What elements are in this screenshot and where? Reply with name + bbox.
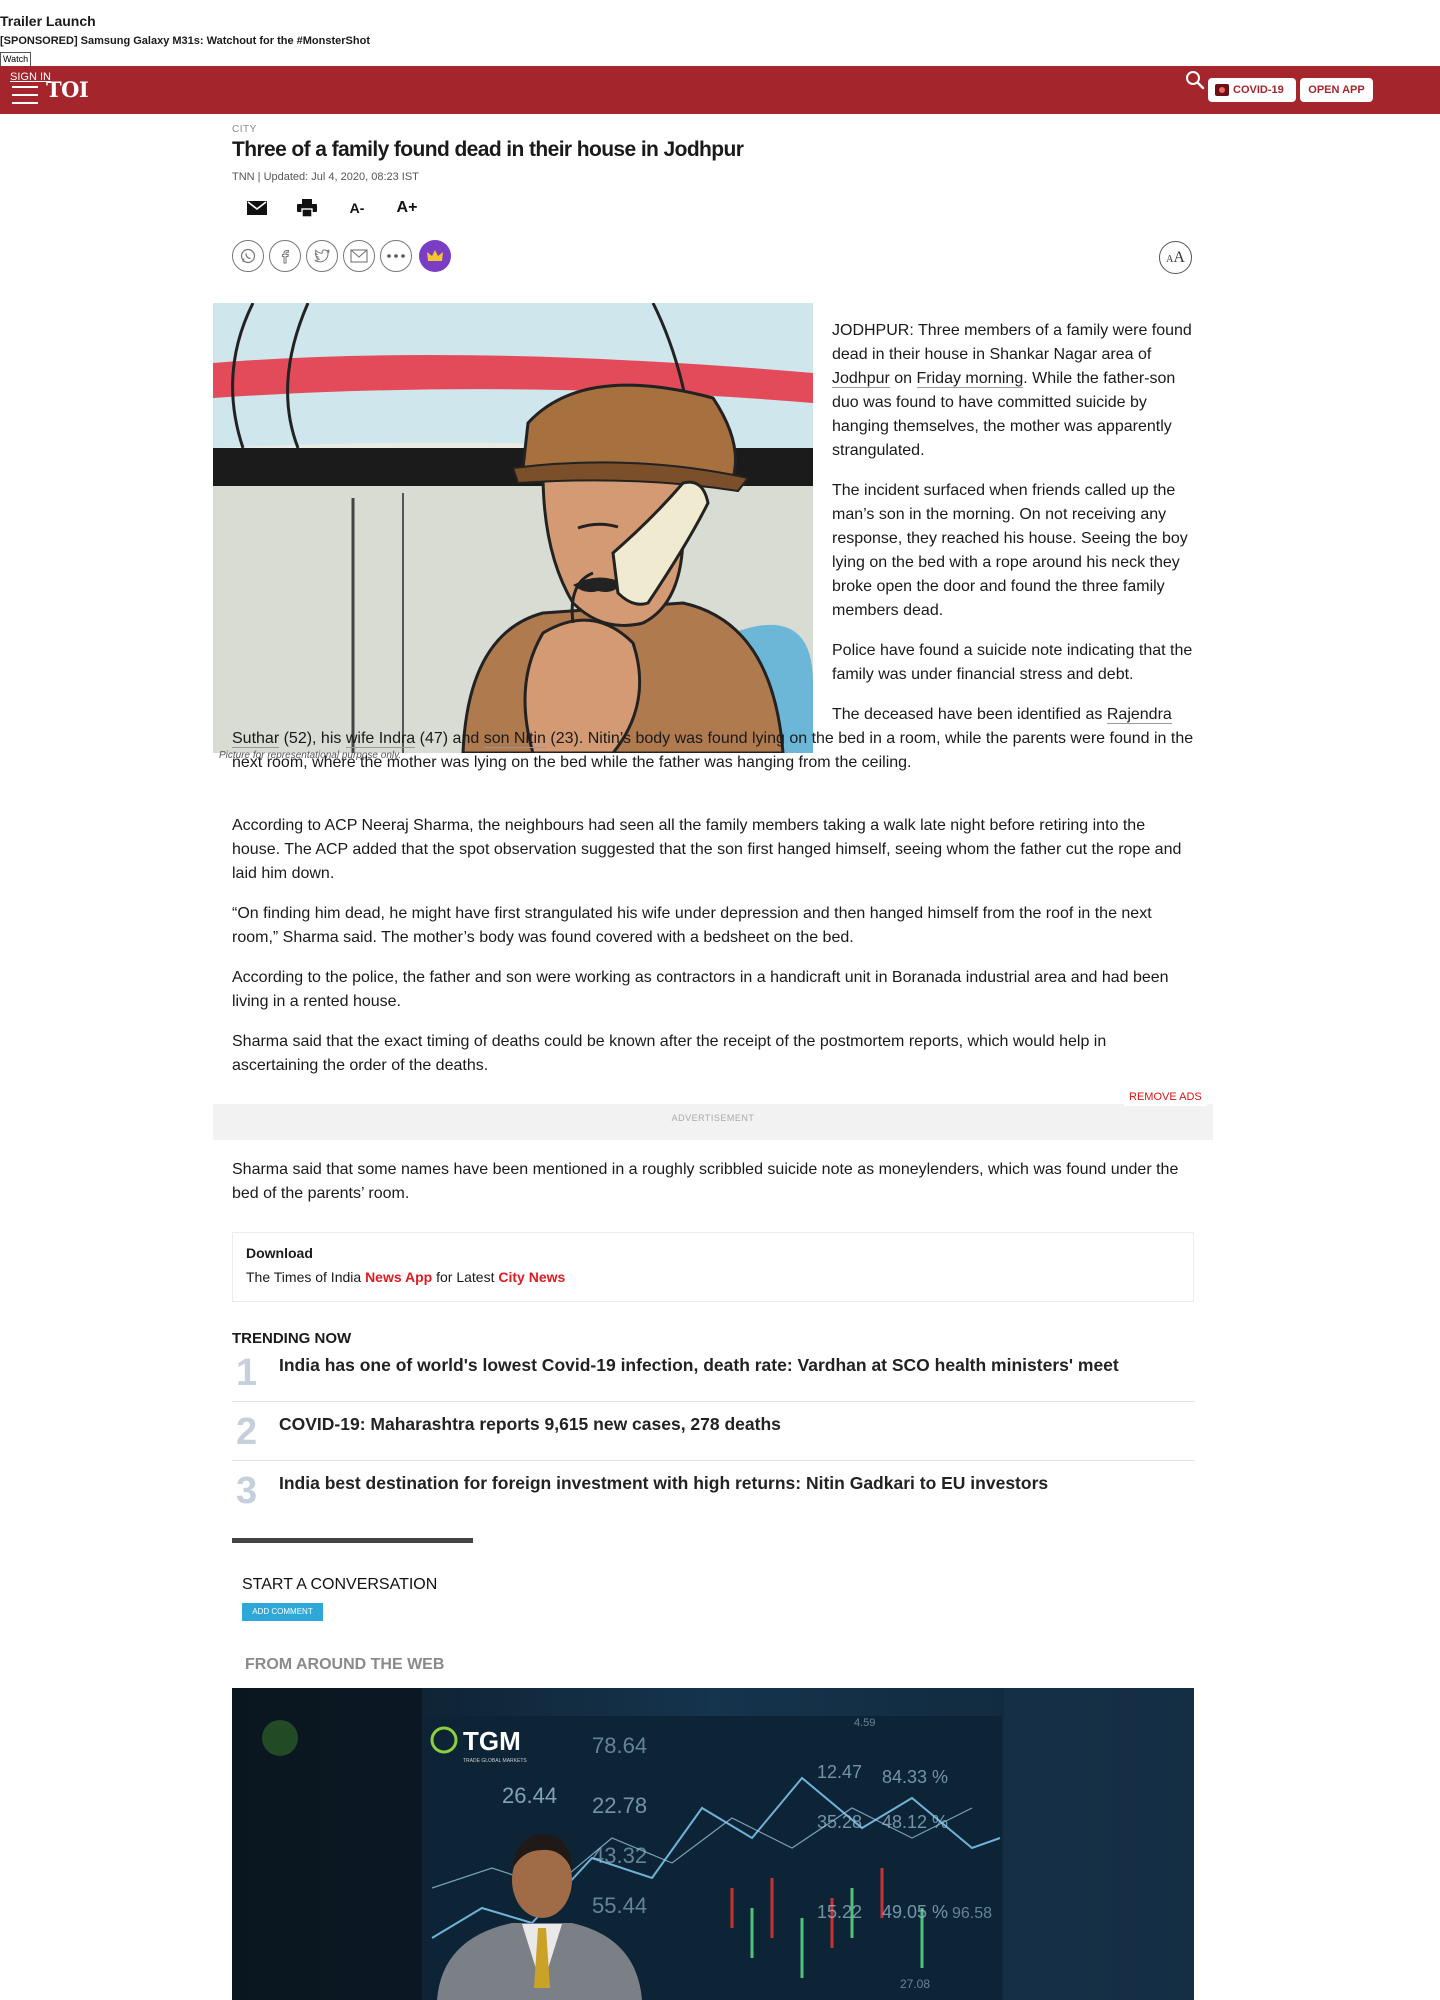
text-size-toggle[interactable]: AA — [1159, 241, 1192, 274]
friday-morning-link[interactable]: Friday morning — [916, 370, 1024, 388]
add-comment-button[interactable]: ADD COMMENT — [242, 1603, 323, 1621]
p4-text-b: (52), his — [279, 730, 346, 747]
wife-indra-link[interactable]: wife Indra — [345, 730, 416, 748]
search-icon[interactable] — [1184, 69, 1206, 91]
article-paragraph-7: According to the police, the father and … — [232, 969, 1169, 1010]
facebook-share-icon[interactable] — [269, 240, 301, 272]
email-icon[interactable] — [242, 195, 272, 221]
ad-number: 48.12 % — [882, 1812, 948, 1832]
start-conversation-heading: START A CONVERSATION — [242, 1576, 438, 1593]
ad-number: 27.08 — [900, 1977, 930, 1991]
download-text: The Times of India News App for Latest C… — [246, 1269, 565, 1285]
ad-number: 15.22 — [817, 1902, 862, 1922]
ad-brand: TGM — [463, 1726, 521, 1756]
toi-logo[interactable]: TOI — [46, 77, 89, 102]
download-app-box[interactable]: Download The Times of India News App for… — [232, 1232, 1194, 1302]
promo-sponsored-text[interactable]: [SPONSORED] Samsung Galaxy M31s: Watchou… — [0, 33, 600, 49]
ad-number: 43.32 — [592, 1843, 647, 1868]
ad-number: 22.78 — [592, 1793, 647, 1818]
article-paragraph-2: The incident surfaced when friends calle… — [832, 482, 1188, 619]
trending-headline[interactable]: India best destination for foreign inves… — [279, 1473, 1048, 1494]
trending-rank: 2 — [236, 1411, 258, 1453]
from-around-the-web-heading: FROM AROUND THE WEB — [245, 1656, 445, 1673]
email-share-icon[interactable] — [343, 240, 375, 272]
promo-title: Trailer Launch — [0, 13, 96, 29]
ad-brand-sub: TRADE GLOBAL MARKETS — [463, 1758, 527, 1764]
article-paragraph-9: Sharma said that some names have been me… — [232, 1161, 1179, 1202]
ad-number: 26.44 — [502, 1783, 557, 1808]
aa-small: A — [1166, 254, 1174, 265]
city-news-link[interactable]: City News — [498, 1269, 565, 1285]
ad-number: 4.59 — [854, 1717, 875, 1729]
covid-virus-icon — [1215, 84, 1229, 96]
p4-text-c: (47) and — [415, 730, 484, 747]
ad-number: 84.33 % — [882, 1767, 948, 1787]
article-paragraph-8: Sharma said that the exact timing of dea… — [232, 1033, 1107, 1074]
download-title: Download — [246, 1245, 313, 1261]
font-increase-button[interactable]: A+ — [392, 195, 422, 221]
news-app-link[interactable]: News App — [365, 1269, 432, 1285]
ad-number: 78.64 — [592, 1733, 647, 1758]
article-paragraph-4: The deceased have been identified as Raj… — [232, 703, 1196, 775]
download-mid: for Latest — [432, 1269, 499, 1285]
p1-text-b: on — [889, 370, 917, 387]
font-decrease-button[interactable]: A- — [342, 195, 372, 221]
article-byline: TNN | Updated: Jul 4, 2020, 08:23 IST — [232, 171, 419, 183]
ad-number: 55.44 — [592, 1893, 647, 1918]
ad-number: 49.05 % — [882, 1902, 948, 1922]
article-paragraph-5: According to ACP Neeraj Sharma, the neig… — [232, 817, 1182, 882]
ad-number: 12.47 — [817, 1762, 862, 1782]
top-navbar: SIGN IN TOI COVID-19 OPEN APP — [0, 66, 1440, 114]
hamburger-menu-icon[interactable] — [12, 86, 38, 110]
download-pre: The Times of India — [246, 1269, 366, 1285]
trending-item[interactable]: 2 COVID-19: Maharashtra reports 9,615 ne… — [232, 1403, 1194, 1461]
covid-19-label: COVID-19 — [1233, 84, 1284, 96]
print-icon[interactable] — [292, 195, 322, 221]
remove-ads-link[interactable]: REMOVE ADS — [1124, 1088, 1207, 1106]
sign-in-link[interactable]: SIGN IN — [10, 71, 51, 83]
article-headline: Three of a family found dead in their ho… — [232, 138, 744, 161]
trending-item[interactable]: 3 India best destination for foreign inv… — [232, 1462, 1194, 1520]
covid-19-button[interactable]: COVID-19 — [1208, 78, 1296, 102]
trending-item[interactable]: 1 India has one of world's lowest Covid-… — [232, 1344, 1194, 1402]
article-paragraph-6: “On finding him dead, he might have firs… — [232, 905, 1152, 946]
jodhpur-link[interactable]: Jodhpur — [832, 370, 890, 388]
promo-strip: Trailer Launch [SPONSORED] Samsung Galax… — [0, 12, 600, 67]
ad-number: 96.58 — [952, 1905, 992, 1922]
open-app-button[interactable]: OPEN APP — [1300, 78, 1373, 102]
sponsored-ad-image[interactable]: TGM TRADE GLOBAL MARKETS 26.44 22.78 12.… — [232, 1688, 1194, 2000]
p4-text-a: The deceased have been identified as — [832, 706, 1107, 723]
trending-rank: 1 — [236, 1352, 258, 1394]
trending-headline[interactable]: COVID-19: Maharashtra reports 9,615 new … — [279, 1414, 781, 1435]
trending-rank: 3 — [236, 1470, 258, 1512]
article-paragraph-3: Police have found a suicide note indicat… — [832, 642, 1193, 683]
p1-text-a: JODHPUR: Three members of a family were … — [832, 322, 1192, 363]
son-nitin-link[interactable]: son Nitin — [483, 730, 546, 748]
article-hero-illustration — [213, 303, 813, 753]
times-prime-crown-icon[interactable] — [419, 240, 451, 272]
article-paragraph-1: JODHPUR: Three members of a family were … — [832, 319, 1196, 463]
more-options-icon[interactable] — [380, 240, 412, 272]
conversation-divider — [232, 1538, 473, 1543]
ad-number: 35.28 — [817, 1812, 862, 1832]
aa-large: A — [1173, 249, 1185, 266]
section-label[interactable]: CITY — [232, 124, 257, 135]
twitter-share-icon[interactable] — [306, 240, 338, 272]
advertisement-slot[interactable]: ADVERTISEMENT — [213, 1104, 1213, 1140]
whatsapp-share-icon[interactable] — [232, 240, 264, 272]
watch-button[interactable]: Watch — [0, 52, 32, 67]
trending-headline[interactable]: India has one of world's lowest Covid-19… — [279, 1355, 1119, 1376]
advertisement-label: ADVERTISEMENT — [671, 1113, 755, 1123]
